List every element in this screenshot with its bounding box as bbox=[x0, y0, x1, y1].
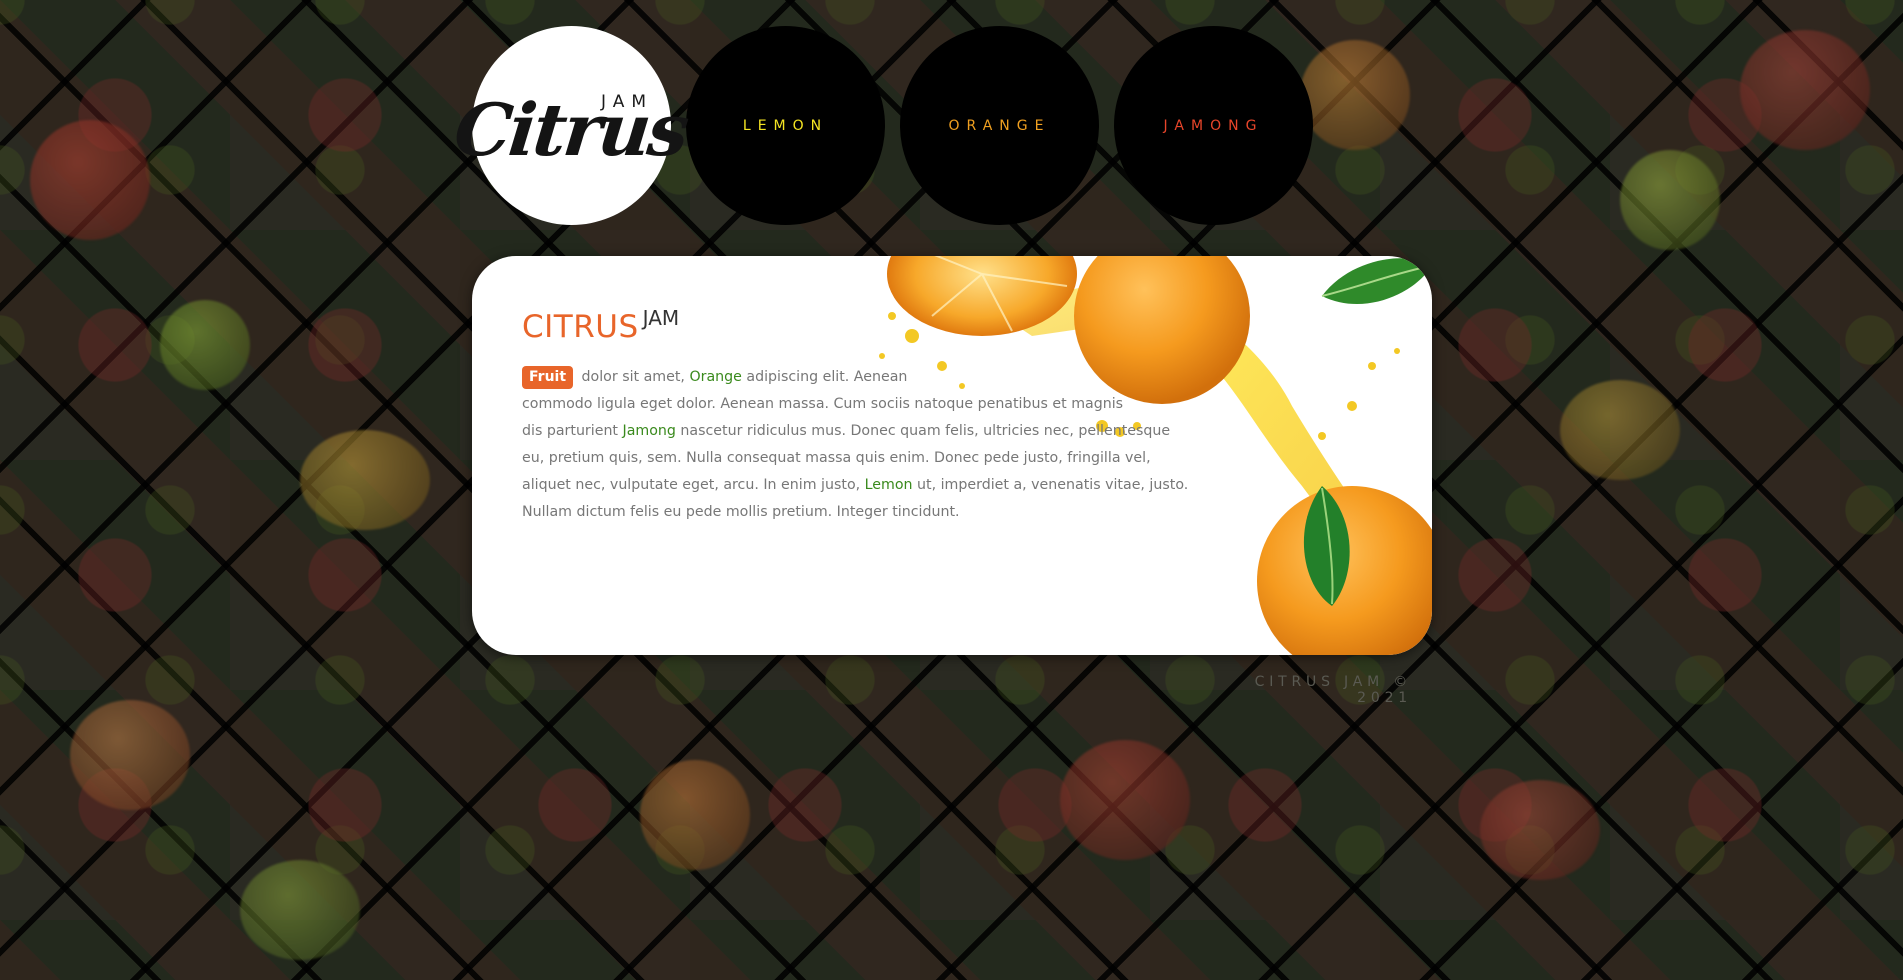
body-paragraph: Fruit dolor sit amet, Orange adipiscing … bbox=[522, 364, 1192, 526]
body-text-segment: adipiscing elit. Aenean bbox=[741, 369, 908, 385]
nav-item-label: JAMONG bbox=[1163, 117, 1264, 134]
logo-sub-label: JAM bbox=[600, 92, 653, 112]
body-text-segment: commodo ligula eget dolor. Aenean massa.… bbox=[522, 396, 1124, 412]
nav-item-label: ORANGE bbox=[948, 117, 1051, 134]
main-nav: Citrus JAM LEMON ORANGE JAMONG bbox=[451, 26, 1313, 225]
content-card: CITRUS JAM Fruit dolor sit amet, Orange a… bbox=[472, 256, 1432, 655]
keyword-link-lemon[interactable]: Lemon bbox=[865, 477, 913, 493]
body-text-segment: dis parturient bbox=[522, 423, 623, 439]
title-superscript: JAM bbox=[642, 306, 680, 330]
logo-link[interactable]: Citrus JAM bbox=[451, 26, 690, 225]
keyword-link-jamong[interactable]: Jamong bbox=[623, 423, 676, 439]
footer-copyright: CITRUS JAM © 2021 bbox=[1254, 674, 1412, 706]
nav-item-orange[interactable]: ORANGE bbox=[900, 26, 1099, 225]
nav-item-label: LEMON bbox=[742, 117, 829, 134]
page-title: CITRUS JAM bbox=[522, 306, 679, 345]
body-text-segment: dolor sit amet, bbox=[577, 369, 690, 385]
keyword-link-orange[interactable]: Orange bbox=[689, 369, 741, 385]
nav-item-lemon[interactable]: LEMON bbox=[686, 26, 885, 225]
logo-wordmark: Citrus bbox=[450, 87, 691, 172]
nav-item-jamong[interactable]: JAMONG bbox=[1114, 26, 1313, 225]
fruit-badge: Fruit bbox=[522, 366, 574, 389]
title-main: CITRUS bbox=[522, 309, 639, 345]
